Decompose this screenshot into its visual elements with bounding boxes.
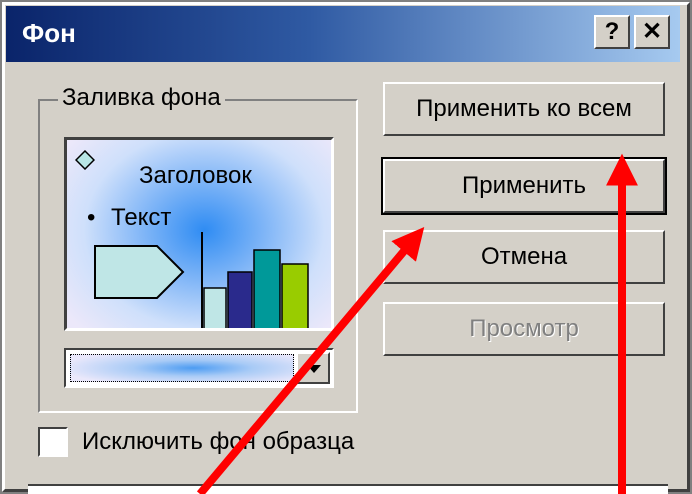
preview-button[interactable]: Просмотр	[383, 302, 665, 356]
bar-chart-icon	[201, 232, 309, 328]
preview-bullet: •	[87, 204, 96, 231]
window-title: Фон	[22, 18, 76, 48]
apply-all-button[interactable]: Применить ко всем	[383, 82, 665, 136]
fill-swatch	[70, 354, 294, 382]
omit-master-checkbox[interactable]	[38, 427, 68, 457]
close-button[interactable]: ✕	[634, 15, 670, 49]
close-icon: ✕	[641, 18, 663, 45]
fill-color-dropdown[interactable]	[64, 348, 334, 388]
bottom-edge	[28, 484, 668, 494]
background-preview: Заголовок • Текст	[64, 137, 334, 331]
omit-master-label: Исключить фон образца	[82, 428, 355, 455]
preview-text: Текст	[111, 204, 172, 231]
preview-title: Заголовок	[139, 162, 252, 189]
cancel-button[interactable]: Отмена	[383, 230, 665, 284]
help-button[interactable]: ?	[594, 15, 630, 49]
pentagon-arrow-icon	[94, 245, 185, 299]
fill-group-label: Заливка фона	[58, 84, 225, 112]
apply-button[interactable]: Применить	[381, 157, 667, 215]
title-bar[interactable]: Фон ? ✕	[6, 6, 680, 62]
help-icon: ?	[604, 18, 620, 45]
diamond-bullet-icon	[75, 150, 95, 170]
dropdown-arrow-icon[interactable]	[296, 352, 330, 384]
